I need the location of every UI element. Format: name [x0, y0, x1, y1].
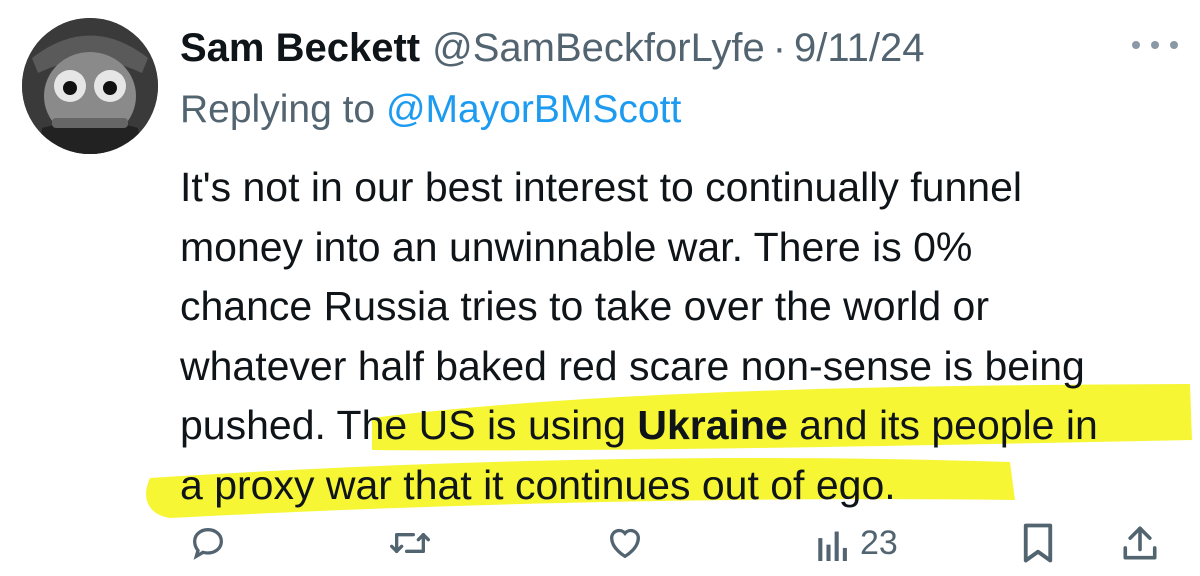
- highlighted-bold-text: Ukraine: [637, 402, 788, 448]
- highlighted-line: a proxy war that it continues out of ego…: [180, 461, 896, 508]
- tweet-header: Sam Beckett @SamBeckforLyfe · 9/11/24: [180, 22, 925, 74]
- highlighted-text: he US is using: [361, 402, 638, 448]
- user-handle[interactable]: @SamBeckforLyfe: [432, 22, 765, 74]
- views-count: 23: [860, 523, 898, 562]
- retweet-button[interactable]: [388, 518, 432, 568]
- bookmark-icon: [1023, 523, 1053, 563]
- highlighted-text: and its people in: [787, 402, 1098, 448]
- tweet-body: It's not in our best interest to continu…: [180, 158, 1180, 515]
- more-icon[interactable]: [1132, 30, 1178, 60]
- views-icon: [818, 531, 847, 561]
- replying-to: Replying to @MayorBMScott: [180, 84, 681, 136]
- tweet-body-line: pushed. The US is using Ukraine and its …: [180, 396, 1180, 456]
- tweet-date[interactable]: 9/11/24: [794, 22, 925, 74]
- reply-icon: [192, 527, 224, 560]
- action-bar: 23: [180, 518, 1170, 568]
- share-button[interactable]: [1122, 518, 1158, 568]
- like-icon: [609, 528, 641, 559]
- retweet-icon: [389, 533, 430, 553]
- tweet-body-line: money into an unwinnable war. There is 0…: [180, 223, 973, 270]
- views-button[interactable]: 23: [816, 518, 898, 568]
- replying-prefix: Replying to: [180, 88, 376, 131]
- reply-button[interactable]: [188, 518, 228, 568]
- share-icon: [1123, 526, 1157, 560]
- bookmark-button[interactable]: [1020, 518, 1056, 568]
- replying-to-handle[interactable]: @MayorBMScott: [386, 88, 681, 131]
- tweet-body-line: It's not in our best interest to continu…: [180, 164, 1022, 210]
- avatar[interactable]: [22, 18, 158, 154]
- separator-dot: ·: [772, 26, 787, 70]
- display-name[interactable]: Sam Beckett: [180, 22, 420, 74]
- tweet-body-line: chance Russia tries to take over the wor…: [180, 283, 989, 329]
- body-text-plain: pushed. T: [180, 402, 362, 448]
- like-button[interactable]: [604, 518, 646, 568]
- tweet-body-line: whatever half baked red scare non-sense …: [180, 342, 1085, 389]
